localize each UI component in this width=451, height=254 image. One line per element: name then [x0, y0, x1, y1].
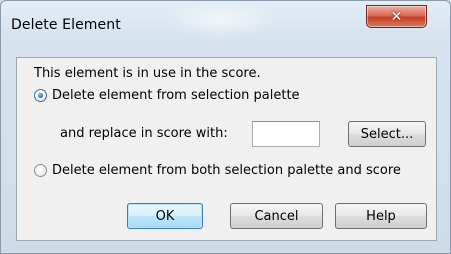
dialog-window: Delete Element ✕ This element is in use … [0, 0, 451, 254]
replace-label: and replace in score with: [60, 126, 228, 141]
radio-delete-from-palette-label: Delete element from selection palette [52, 88, 300, 103]
title-bar[interactable]: Delete Element ✕ [1, 1, 450, 41]
radio-button-unchecked[interactable] [34, 164, 47, 177]
radio-selected-dot [38, 93, 43, 98]
title-bar-glow [161, 1, 281, 39]
ok-button[interactable]: OK [127, 203, 203, 229]
radio-delete-from-palette[interactable]: Delete element from selection palette [34, 88, 300, 103]
replace-input[interactable] [252, 121, 320, 147]
cancel-button[interactable]: Cancel [230, 203, 323, 229]
radio-delete-from-palette-and-score[interactable]: Delete element from both selection palet… [34, 163, 401, 178]
radio-button-checked[interactable] [34, 89, 47, 102]
help-button[interactable]: Help [335, 203, 427, 229]
window-title: Delete Element [11, 17, 121, 33]
select-button[interactable]: Select... [348, 121, 426, 147]
close-icon: ✕ [390, 8, 403, 25]
dialog-content: This element is in use in the score. Del… [16, 57, 437, 241]
close-button[interactable]: ✕ [366, 5, 427, 28]
radio-delete-from-palette-and-score-label: Delete element from both selection palet… [52, 163, 401, 178]
in-use-message: This element is in use in the score. [34, 66, 261, 81]
